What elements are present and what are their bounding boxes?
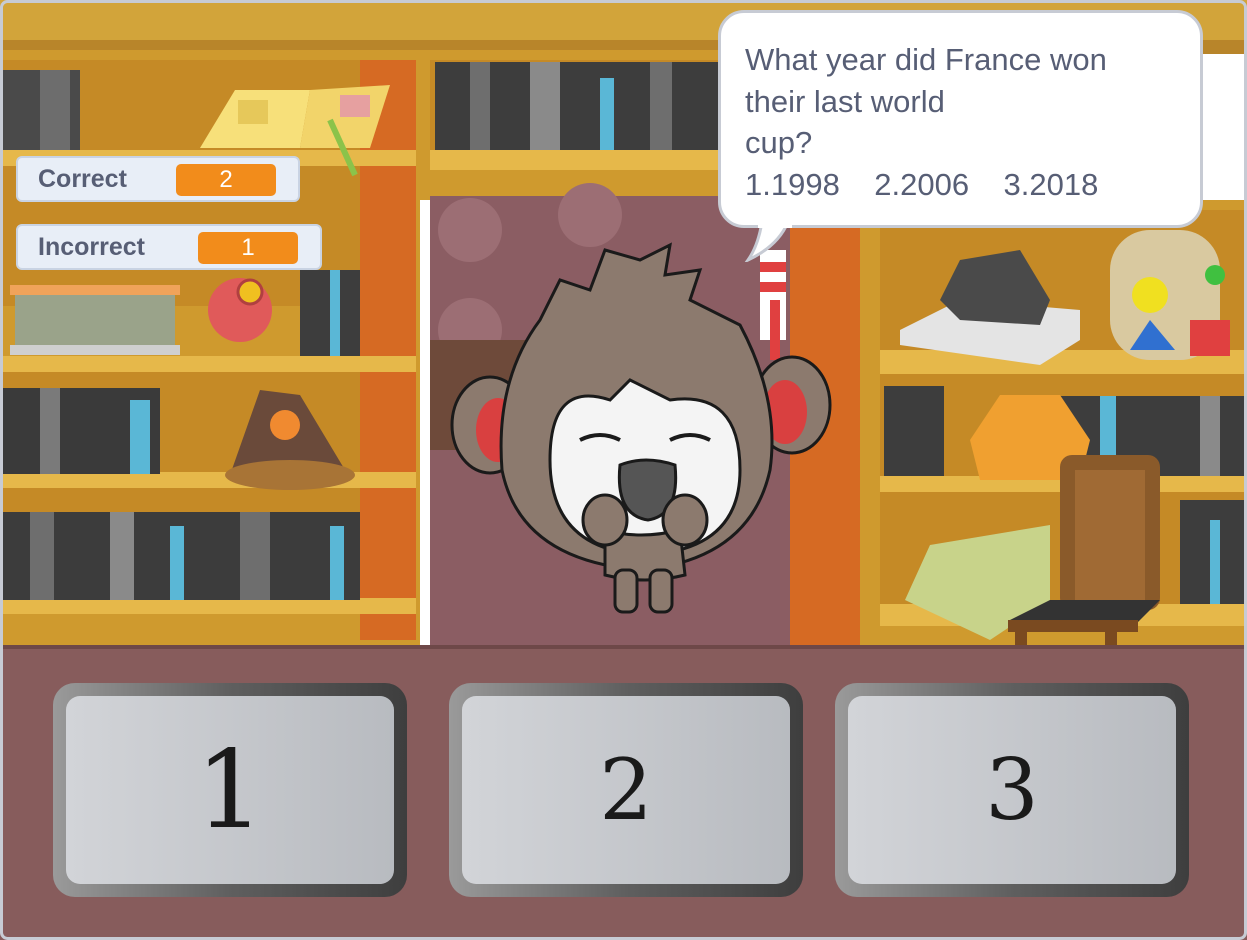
answer-button-3[interactable]: 3: [834, 682, 1190, 898]
answer-button-1[interactable]: 1: [52, 682, 408, 898]
incorrect-value: 1: [198, 232, 298, 264]
speech-bubble: What year did France won their last worl…: [718, 10, 1203, 228]
answer-button-2[interactable]: 2: [448, 682, 804, 898]
incorrect-label: Incorrect: [38, 232, 145, 261]
monkey-sprite[interactable]: [440, 230, 860, 630]
button-label-3: 3: [985, 741, 1039, 839]
correct-monitor[interactable]: Correct 2: [16, 156, 300, 202]
button-label-1: 1: [195, 727, 265, 853]
correct-value: 2: [176, 164, 276, 196]
button-label-2: 2: [599, 741, 653, 839]
books-center: [435, 62, 725, 150]
incorrect-monitor[interactable]: Incorrect 1: [16, 224, 322, 270]
speech-bubble-tail: [744, 222, 792, 262]
correct-label: Correct: [38, 164, 127, 193]
question-text: What year did France won their last worl…: [745, 42, 1107, 202]
game-stage[interactable]: Correct 2 Incorrect 1 What year did Fran…: [0, 0, 1247, 940]
